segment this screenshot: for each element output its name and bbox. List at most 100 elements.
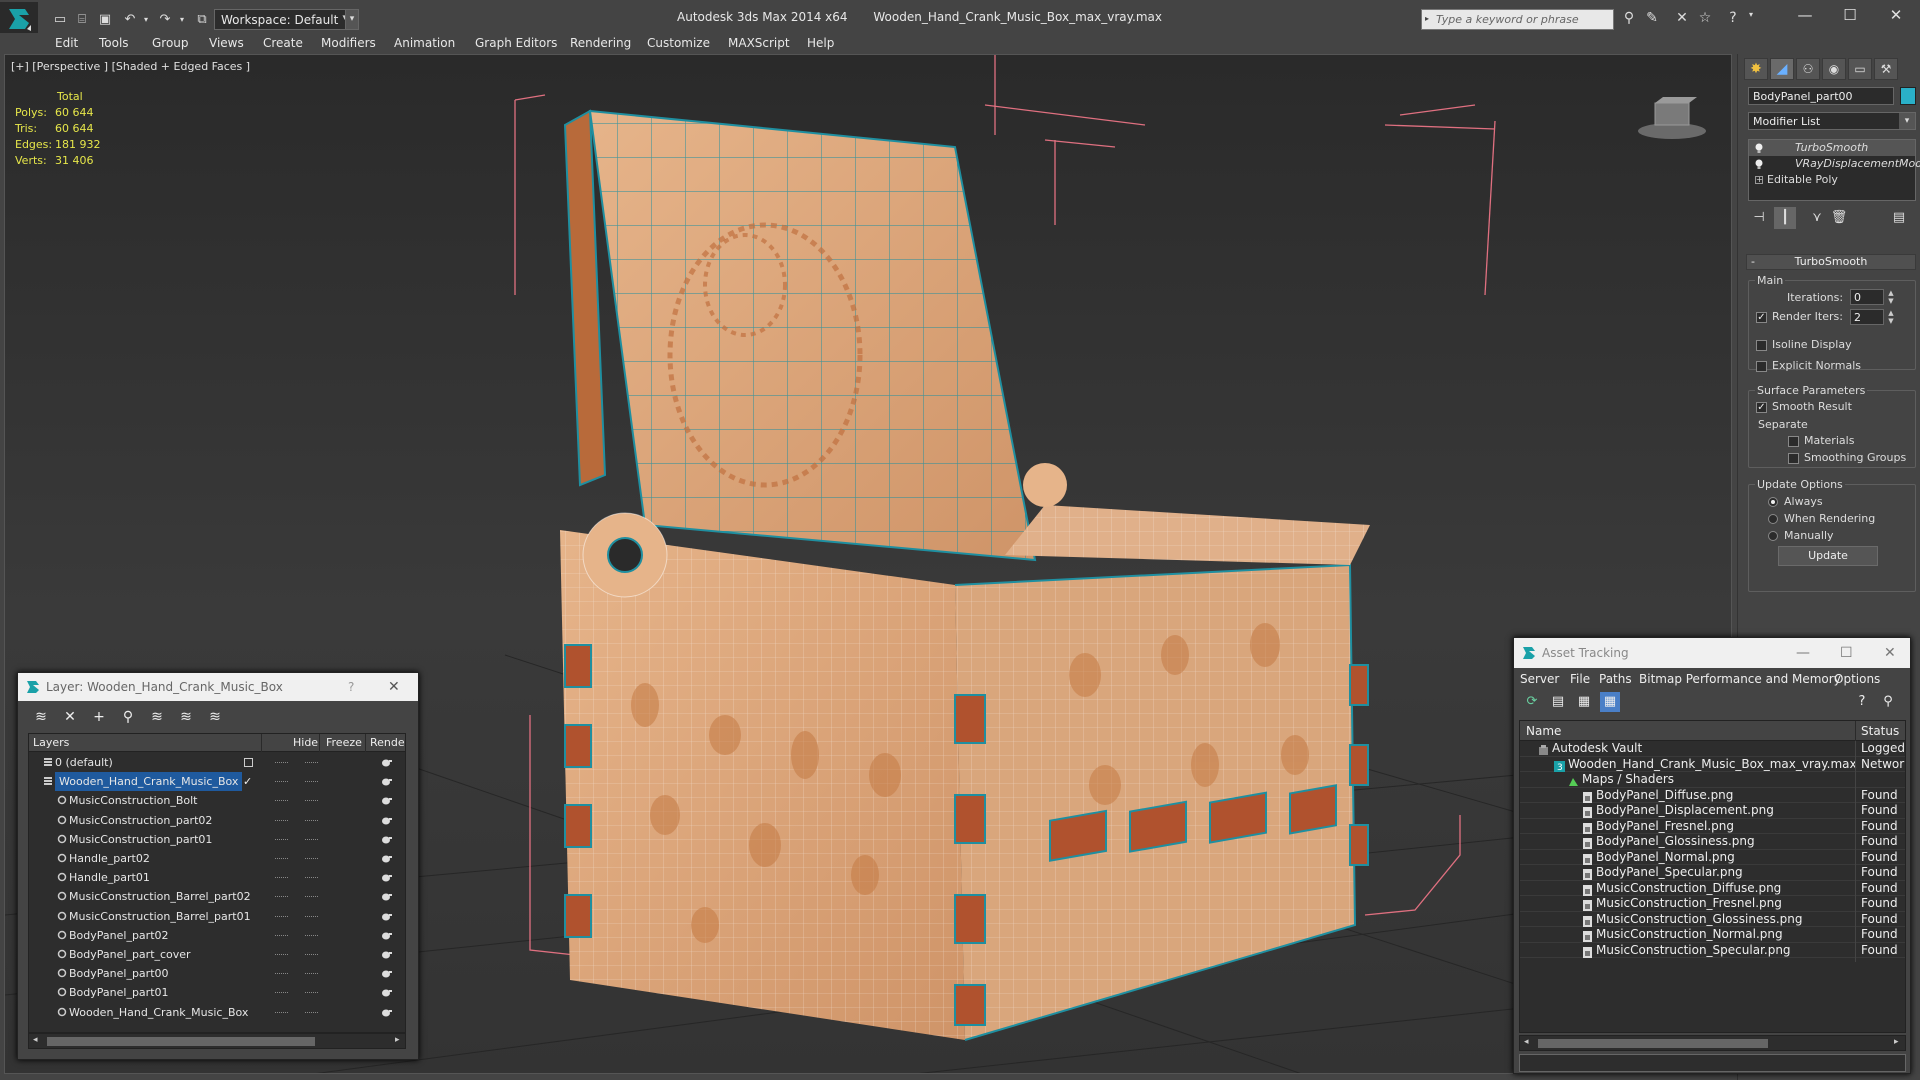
close-icon[interactable]: ✕ <box>388 673 400 701</box>
asset-menu-file[interactable]: File <box>1570 672 1590 686</box>
delete-layer-icon[interactable]: ✕ <box>61 708 79 726</box>
render-teapot-icon[interactable] <box>381 892 392 901</box>
render-teapot-icon[interactable] <box>381 758 392 767</box>
asset-row[interactable]: BodyPanel_Normal.png Found <box>1520 849 1905 869</box>
menu-edit[interactable]: Edit <box>55 36 78 50</box>
favorites-star-icon[interactable]: ☆ <box>1695 10 1715 28</box>
asset-row[interactable]: BodyPanel_Specular.png Found <box>1520 865 1905 884</box>
workspace-selector[interactable]: Workspace: Default ▾ <box>214 9 352 30</box>
render-teapot-icon[interactable] <box>381 816 392 825</box>
scroll-left-icon[interactable]: ◂ <box>33 1035 38 1045</box>
menu-rendering[interactable]: Rendering <box>570 36 631 50</box>
create-tab-icon[interactable]: ✸ <box>1744 58 1768 80</box>
asset-row[interactable]: MusicConstruction_Specular.png Found <box>1520 942 1905 962</box>
column-separator[interactable] <box>1855 721 1856 741</box>
column-name[interactable]: Name <box>1526 724 1561 738</box>
menu-maxscript[interactable]: MAXScript <box>728 36 790 50</box>
horizontal-scrollbar[interactable]: ◂ ▸ <box>1519 1035 1906 1051</box>
asset-row[interactable]: MusicConstruction_Normal.png Found <box>1520 927 1905 946</box>
asset-row[interactable]: MusicConstruction_Fresnel.png Found <box>1520 896 1905 915</box>
layer-dialog-titlebar[interactable]: Layer: Wooden_Hand_Crank_Music_Box ? ✕ <box>18 673 418 701</box>
exchange-apps-icon[interactable]: ✕ <box>1672 10 1692 28</box>
render-teapot-icon[interactable] <box>381 835 392 844</box>
asset-row[interactable]: BodyPanel_Fresnel.png Found <box>1520 818 1905 838</box>
close-icon[interactable]: ✕ <box>1886 6 1906 26</box>
layer-row[interactable]: Wooden_Hand_Crank_Music_Box <box>29 1003 405 1022</box>
quick-access-menu-button[interactable]: ▾ <box>345 9 359 30</box>
asset-row[interactable]: BodyPanel_Diffuse.png Found <box>1520 787 1905 807</box>
help-dropdown-icon[interactable]: ▾ <box>1741 10 1761 28</box>
stack-item-vraydisplacementmod[interactable]: VRayDisplacementMod <box>1749 156 1920 172</box>
save-icon[interactable]: ▣ <box>95 9 115 29</box>
column-freeze[interactable]: Freeze <box>326 736 362 749</box>
render-teapot-icon[interactable] <box>381 950 392 959</box>
stack-item-editable-poly[interactable]: + Editable Poly <box>1749 172 1915 188</box>
freeze-toggle[interactable] <box>305 934 318 937</box>
menu-animation[interactable]: Animation <box>394 36 455 50</box>
render-teapot-icon[interactable] <box>381 912 392 921</box>
table-view-icon[interactable]: ▦ <box>1600 692 1620 712</box>
hide-toggle[interactable] <box>275 800 288 802</box>
layer-row[interactable]: MusicConstruction_part01 <box>29 830 405 849</box>
layer-row[interactable]: BodyPanel_part00 <box>29 964 405 983</box>
asset-row[interactable]: BodyPanel_Displacement.png Found <box>1520 803 1905 822</box>
hide-toggle[interactable] <box>275 934 288 937</box>
current-layer-checkbox-icon[interactable] <box>244 758 253 767</box>
utilities-tab-icon[interactable]: ⚒ <box>1874 58 1898 80</box>
asset-path-field[interactable] <box>1519 1054 1906 1072</box>
asset-menu-bitmap-performance[interactable]: Bitmap Performance and Memory <box>1639 672 1841 686</box>
freeze-toggle[interactable] <box>305 992 318 994</box>
asset-dialog-titlebar[interactable]: Asset Tracking — ☐ ✕ <box>1514 638 1910 668</box>
expand-plus-icon[interactable]: + <box>1755 176 1763 184</box>
stack-item-turbosmooth[interactable]: TurboSmooth <box>1749 140 1915 156</box>
minimize-icon[interactable]: — <box>1795 6 1815 26</box>
iterations-spinner[interactable]: 0 <box>1850 289 1884 305</box>
freeze-toggle[interactable] <box>305 915 318 918</box>
layer-row[interactable]: Handle_part02 <box>29 849 405 868</box>
object-color-swatch[interactable] <box>1900 87 1916 105</box>
always-radio[interactable] <box>1768 497 1778 507</box>
asset-row[interactable]: Autodesk Vault Logged Out <box>1520 741 1905 760</box>
create-layer-icon[interactable]: ≋ <box>32 708 50 726</box>
column-render[interactable]: Render <box>370 736 405 749</box>
hide-toggle[interactable] <box>275 1011 288 1014</box>
new-file-icon[interactable]: ▭ <box>50 9 70 29</box>
hide-toggle[interactable] <box>275 973 288 975</box>
modify-tab-icon[interactable]: ◢ <box>1770 58 1794 80</box>
hide-toggle[interactable] <box>275 896 288 898</box>
render-teapot-icon[interactable] <box>381 873 392 882</box>
column-separator[interactable] <box>365 734 366 752</box>
render-teapot-icon[interactable] <box>381 1008 392 1017</box>
help-icon[interactable]: ? <box>1852 692 1872 712</box>
spinner-arrows-icon[interactable]: ▲ ▼ <box>1886 309 1896 325</box>
configure-modifier-sets-icon[interactable]: ▤ <box>1888 207 1910 229</box>
freeze-toggle[interactable] <box>305 973 318 975</box>
render-teapot-icon[interactable] <box>381 931 392 940</box>
asset-row[interactable]: Maps / Shaders <box>1520 772 1905 791</box>
render-iters-checkbox[interactable]: ✓ <box>1756 312 1767 323</box>
lightbulb-icon[interactable] <box>1755 143 1763 153</box>
viewcube-icon[interactable] <box>1637 91 1707 141</box>
when-rendering-radio[interactable] <box>1768 514 1778 524</box>
display-tab-icon[interactable]: ▭ <box>1848 58 1872 80</box>
freeze-toggle[interactable] <box>305 877 318 879</box>
layer-row[interactable]: Wooden_Hand_Crank_Music_Box ✓ <box>29 772 405 792</box>
freeze-toggle[interactable] <box>305 838 318 841</box>
select-objects-in-layer-icon[interactable]: ⚲ <box>119 708 137 726</box>
column-hide[interactable]: Hide <box>293 736 318 749</box>
menu-views[interactable]: Views <box>209 36 244 50</box>
layer-row[interactable]: MusicConstruction_part02 <box>29 811 405 830</box>
smoothing-groups-checkbox[interactable] <box>1788 453 1799 464</box>
freeze-all-layers-icon[interactable]: ≋ <box>206 708 224 726</box>
hide-toggle[interactable] <box>275 819 288 822</box>
open-file-icon[interactable]: ⌸ <box>72 9 92 29</box>
menu-help[interactable]: Help <box>807 36 834 50</box>
layer-row[interactable]: Handle_part01 <box>29 868 405 887</box>
scroll-left-icon[interactable]: ◂ <box>1524 1037 1529 1047</box>
pin-stack-icon[interactable]: ⊣ <box>1748 207 1770 229</box>
viewport-label[interactable]: [+] [Perspective ] [Shaded + Edged Faces… <box>11 60 250 73</box>
render-teapot-icon[interactable] <box>381 777 392 786</box>
hide-toggle[interactable] <box>275 877 288 879</box>
turbosmooth-rollout-header[interactable]: - TurboSmooth <box>1746 254 1916 270</box>
close-icon[interactable]: ✕ <box>1884 638 1896 668</box>
